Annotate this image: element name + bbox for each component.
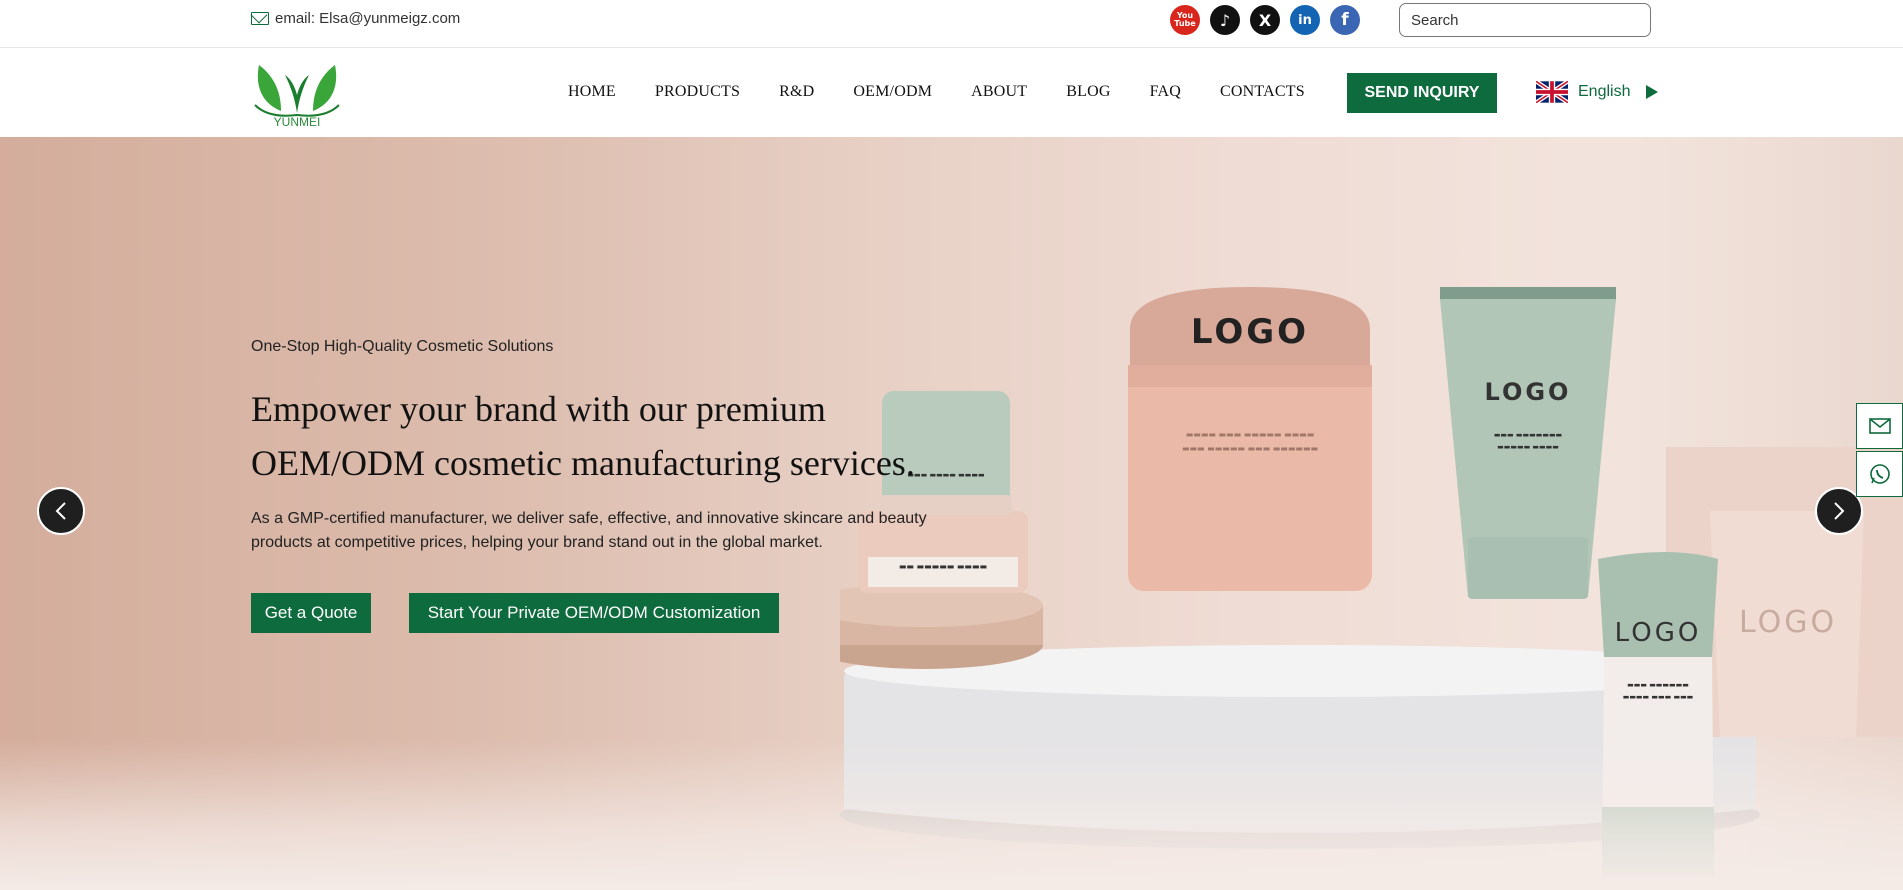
- email-text: email: Elsa@yunmeigz.com: [275, 10, 461, 27]
- contact-email[interactable]: email: Elsa@yunmeigz.com: [251, 10, 460, 27]
- caret-right-icon: [1646, 85, 1659, 99]
- youtube-icon[interactable]: You Tube: [1170, 5, 1200, 35]
- side-email-button[interactable]: [1856, 403, 1903, 449]
- main-header: YUNMEI HOME PRODUCTS R&D OEM/ODM ABOUT B…: [0, 49, 1903, 137]
- side-whatsapp-button[interactable]: [1856, 451, 1903, 497]
- carousel-prev-button[interactable]: [37, 487, 85, 535]
- nav-about[interactable]: ABOUT: [971, 83, 1027, 101]
- oem-customization-button[interactable]: Start Your Private OEM/ODM Customization: [409, 593, 779, 633]
- hero-subtitle: One-Stop High-Quality Cosmetic Solutions: [251, 338, 554, 355]
- main-nav: HOME PRODUCTS R&D OEM/ODM ABOUT BLOG FAQ…: [568, 83, 1344, 101]
- mail-icon: [1868, 418, 1891, 434]
- uk-flag-icon: [1536, 81, 1568, 103]
- floor-gradient: [0, 740, 1903, 890]
- nav-rd[interactable]: R&D: [779, 83, 814, 101]
- top-bar: email: Elsa@yunmeigz.com You Tube ♪ X in…: [0, 0, 1903, 48]
- svg-text:▬▬▬ ▬▬▬▬▬▬▬: ▬▬▬ ▬▬▬▬▬▬▬: [1494, 431, 1562, 439]
- nav-products[interactable]: PRODUCTS: [655, 83, 740, 101]
- search-input[interactable]: [1399, 3, 1651, 37]
- tube-logo-text: LOGO: [1485, 378, 1572, 406]
- mail-icon: [251, 12, 269, 25]
- hero-banner: ▬▬ ▬▬▬▬▬ ▬▬▬▬ ▬▬▬ ▬▬▬▬ ▬▬▬▬ LOGO ▬▬▬▬ ▬▬…: [0, 137, 1903, 890]
- pink-tube-logo-text: LOGO: [1739, 605, 1837, 640]
- chevron-left-icon: [55, 502, 66, 520]
- linkedin-icon[interactable]: in: [1290, 5, 1320, 35]
- nav-blog[interactable]: BLOG: [1066, 83, 1110, 101]
- yunmei-logo[interactable]: YUNMEI: [251, 59, 343, 129]
- language-label: English: [1578, 83, 1631, 100]
- front-tube-logo-text: LOGO: [1615, 618, 1702, 648]
- chevron-right-icon: [1834, 502, 1845, 520]
- language-selector[interactable]: English: [1536, 81, 1659, 103]
- social-links: You Tube ♪ X in f: [1170, 5, 1360, 35]
- nav-contacts[interactable]: CONTACTS: [1220, 83, 1305, 101]
- hero-description: As a GMP-certified manufacturer, we deli…: [251, 510, 927, 551]
- svg-text:▬▬▬ ▬▬▬▬▬▬: ▬▬▬ ▬▬▬▬▬▬: [1627, 681, 1689, 689]
- x-icon[interactable]: X: [1250, 5, 1280, 35]
- hero-title: Empower your brand with our premium OEM/…: [251, 389, 915, 483]
- facebook-icon[interactable]: f: [1330, 5, 1360, 35]
- svg-text:▬▬▬▬ ▬▬▬ ▬▬▬: ▬▬▬▬ ▬▬▬ ▬▬▬: [1623, 693, 1694, 701]
- jar-logo-text: LOGO: [1191, 312, 1309, 352]
- svg-text:▬▬ ▬▬▬▬▬ ▬▬▬▬: ▬▬ ▬▬▬▬▬ ▬▬▬▬: [899, 562, 987, 571]
- logo-text: YUNMEI: [274, 115, 321, 129]
- svg-text:▬▬▬▬ ▬▬▬ ▬▬▬▬▬ ▬▬▬▬: ▬▬▬▬ ▬▬▬ ▬▬▬▬▬ ▬▬▬▬: [1186, 430, 1315, 439]
- svg-text:▬▬▬▬▬ ▬▬▬▬: ▬▬▬▬▬ ▬▬▬▬: [1497, 443, 1559, 451]
- nav-oem-odm[interactable]: OEM/ODM: [853, 83, 932, 101]
- nav-home[interactable]: HOME: [568, 83, 616, 101]
- nav-faq[interactable]: FAQ: [1150, 83, 1181, 101]
- send-inquiry-button[interactable]: SEND INQUIRY: [1347, 73, 1497, 113]
- whatsapp-icon: [1869, 464, 1890, 484]
- youtube-text: You Tube: [1174, 11, 1196, 28]
- tiktok-icon[interactable]: ♪: [1210, 5, 1240, 35]
- svg-text:▬▬▬ ▬▬▬▬▬ ▬▬▬ ▬▬▬▬▬▬: ▬▬▬ ▬▬▬▬▬ ▬▬▬ ▬▬▬▬▬▬: [1182, 444, 1318, 453]
- get-quote-button[interactable]: Get a Quote: [251, 593, 371, 633]
